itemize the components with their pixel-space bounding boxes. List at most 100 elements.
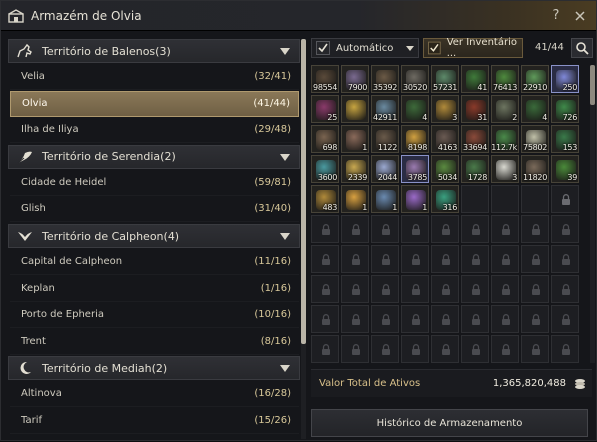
storage-item-slot[interactable]: 5034	[431, 155, 459, 183]
storage-item-slot[interactable]: 76413	[491, 65, 519, 93]
town-row[interactable]: Tarif (15/26)	[10, 408, 299, 434]
storage-item-slot[interactable]: 11820	[521, 155, 549, 183]
locked-slot[interactable]	[431, 275, 459, 303]
storage-item-slot[interactable]: 1	[341, 125, 369, 153]
storage-item-slot[interactable]: 3600	[311, 155, 339, 183]
locked-slot[interactable]	[461, 305, 489, 333]
locked-slot[interactable]	[431, 305, 459, 333]
locked-slot[interactable]	[371, 305, 399, 333]
locked-slot[interactable]	[521, 275, 549, 303]
locked-slot[interactable]	[521, 215, 549, 243]
locked-slot[interactable]	[371, 245, 399, 273]
locked-slot[interactable]	[341, 215, 369, 243]
locked-slot[interactable]	[461, 245, 489, 273]
locked-slot[interactable]	[551, 275, 579, 303]
locked-slot[interactable]	[431, 215, 459, 243]
storage-item-slot[interactable]: 75802	[521, 125, 549, 153]
storage-item-slot[interactable]: 2044	[371, 155, 399, 183]
storage-item-slot[interactable]: 57231	[431, 65, 459, 93]
storage-item-slot[interactable]: 4163	[431, 125, 459, 153]
locked-slot[interactable]	[401, 305, 429, 333]
locked-slot[interactable]	[371, 335, 399, 363]
locked-slot[interactable]	[401, 215, 429, 243]
locked-slot[interactable]	[371, 275, 399, 303]
town-list-scrollbar[interactable]	[301, 39, 306, 344]
item-grid-scroll-track[interactable]	[590, 65, 595, 363]
storage-item-slot[interactable]: 3	[431, 95, 459, 123]
storage-item-slot[interactable]: 3785	[401, 155, 429, 183]
region-header[interactable]: Território de Balenos(3)	[8, 39, 300, 63]
locked-slot[interactable]	[401, 245, 429, 273]
town-row[interactable]: Keplan (1/16)	[10, 276, 299, 302]
locked-slot[interactable]	[341, 275, 369, 303]
storage-item-slot[interactable]: 1	[341, 185, 369, 213]
storage-item-slot[interactable]: 35392	[371, 65, 399, 93]
storage-item-slot[interactable]: 2	[491, 95, 519, 123]
storage-item-slot[interactable]: 153	[551, 125, 579, 153]
storage-item-slot[interactable]: 31	[461, 95, 489, 123]
town-row[interactable]: Olvia (41/44)	[10, 90, 299, 117]
storage-item-slot[interactable]: 698	[311, 125, 339, 153]
region-header[interactable]: Território de Mediah(2)	[8, 356, 300, 381]
storage-item-slot[interactable]: 250	[551, 65, 579, 93]
locked-slot[interactable]	[551, 215, 579, 243]
region-header[interactable]: Território de Serendia(2)	[8, 144, 300, 169]
storage-item-slot[interactable]: 39	[551, 155, 579, 183]
locked-slot[interactable]	[461, 275, 489, 303]
locked-slot[interactable]	[311, 335, 339, 363]
storage-item-slot[interactable]: 7900	[341, 65, 369, 93]
storage-item-slot[interactable]: 112.7k	[491, 125, 519, 153]
help-button[interactable]: ?	[548, 8, 564, 24]
storage-item-slot[interactable]: 2339	[341, 155, 369, 183]
empty-slot[interactable]	[461, 185, 489, 213]
locked-slot[interactable]	[311, 245, 339, 273]
locked-slot[interactable]	[461, 215, 489, 243]
locked-slot[interactable]	[311, 305, 339, 333]
storage-item-slot[interactable]	[341, 95, 369, 123]
storage-item-slot[interactable]: 22910	[521, 65, 549, 93]
title-bar[interactable]: Armazém de Olvia ?	[1, 1, 596, 31]
sort-dropdown[interactable]: Automático	[311, 38, 419, 58]
empty-slot[interactable]	[551, 185, 579, 213]
storage-item-slot[interactable]: 1122	[371, 125, 399, 153]
locked-slot[interactable]	[521, 305, 549, 333]
locked-slot[interactable]	[401, 275, 429, 303]
storage-item-slot[interactable]: 33694	[461, 125, 489, 153]
locked-slot[interactable]	[341, 305, 369, 333]
storage-history-button[interactable]: Histórico de Armazenamento	[311, 409, 588, 437]
locked-slot[interactable]	[521, 335, 549, 363]
town-row[interactable]: Trent (8/16)	[10, 329, 299, 355]
storage-item-slot[interactable]: 1	[401, 185, 429, 213]
locked-slot[interactable]	[311, 215, 339, 243]
town-row[interactable]: Porto de Epheria (10/16)	[10, 302, 299, 329]
storage-item-slot[interactable]: 3	[491, 155, 519, 183]
empty-slot[interactable]	[521, 185, 549, 213]
region-header[interactable]: Território de Calpheon(4)	[8, 224, 300, 248]
locked-slot[interactable]	[491, 275, 519, 303]
storage-item-slot[interactable]: 316	[431, 185, 459, 213]
locked-slot[interactable]	[521, 245, 549, 273]
close-button[interactable]	[572, 8, 588, 24]
locked-slot[interactable]	[551, 335, 579, 363]
locked-slot[interactable]	[551, 305, 579, 333]
locked-slot[interactable]	[401, 335, 429, 363]
locked-slot[interactable]	[431, 245, 459, 273]
town-row[interactable]: Ilha de Iliya (29/48)	[10, 117, 299, 144]
locked-slot[interactable]	[431, 335, 459, 363]
town-row[interactable]: Cidade de Heidel (59/81)	[10, 170, 299, 196]
storage-item-slot[interactable]: 8198	[401, 125, 429, 153]
storage-item-slot[interactable]: 30520	[401, 65, 429, 93]
storage-item-slot[interactable]: 41	[461, 65, 489, 93]
storage-item-slot[interactable]: 1	[371, 185, 399, 213]
town-row[interactable]: Capital de Calpheon (11/16)	[10, 249, 299, 275]
storage-item-slot[interactable]: 4	[521, 95, 549, 123]
locked-slot[interactable]	[341, 245, 369, 273]
storage-item-slot[interactable]: 98554	[311, 65, 339, 93]
town-row[interactable]: Velia (32/41)	[10, 64, 299, 90]
storage-item-slot[interactable]: 4	[401, 95, 429, 123]
locked-slot[interactable]	[371, 215, 399, 243]
item-grid-scrollbar[interactable]	[590, 65, 595, 105]
locked-slot[interactable]	[341, 335, 369, 363]
locked-slot[interactable]	[491, 335, 519, 363]
storage-item-slot[interactable]: 1728	[461, 155, 489, 183]
